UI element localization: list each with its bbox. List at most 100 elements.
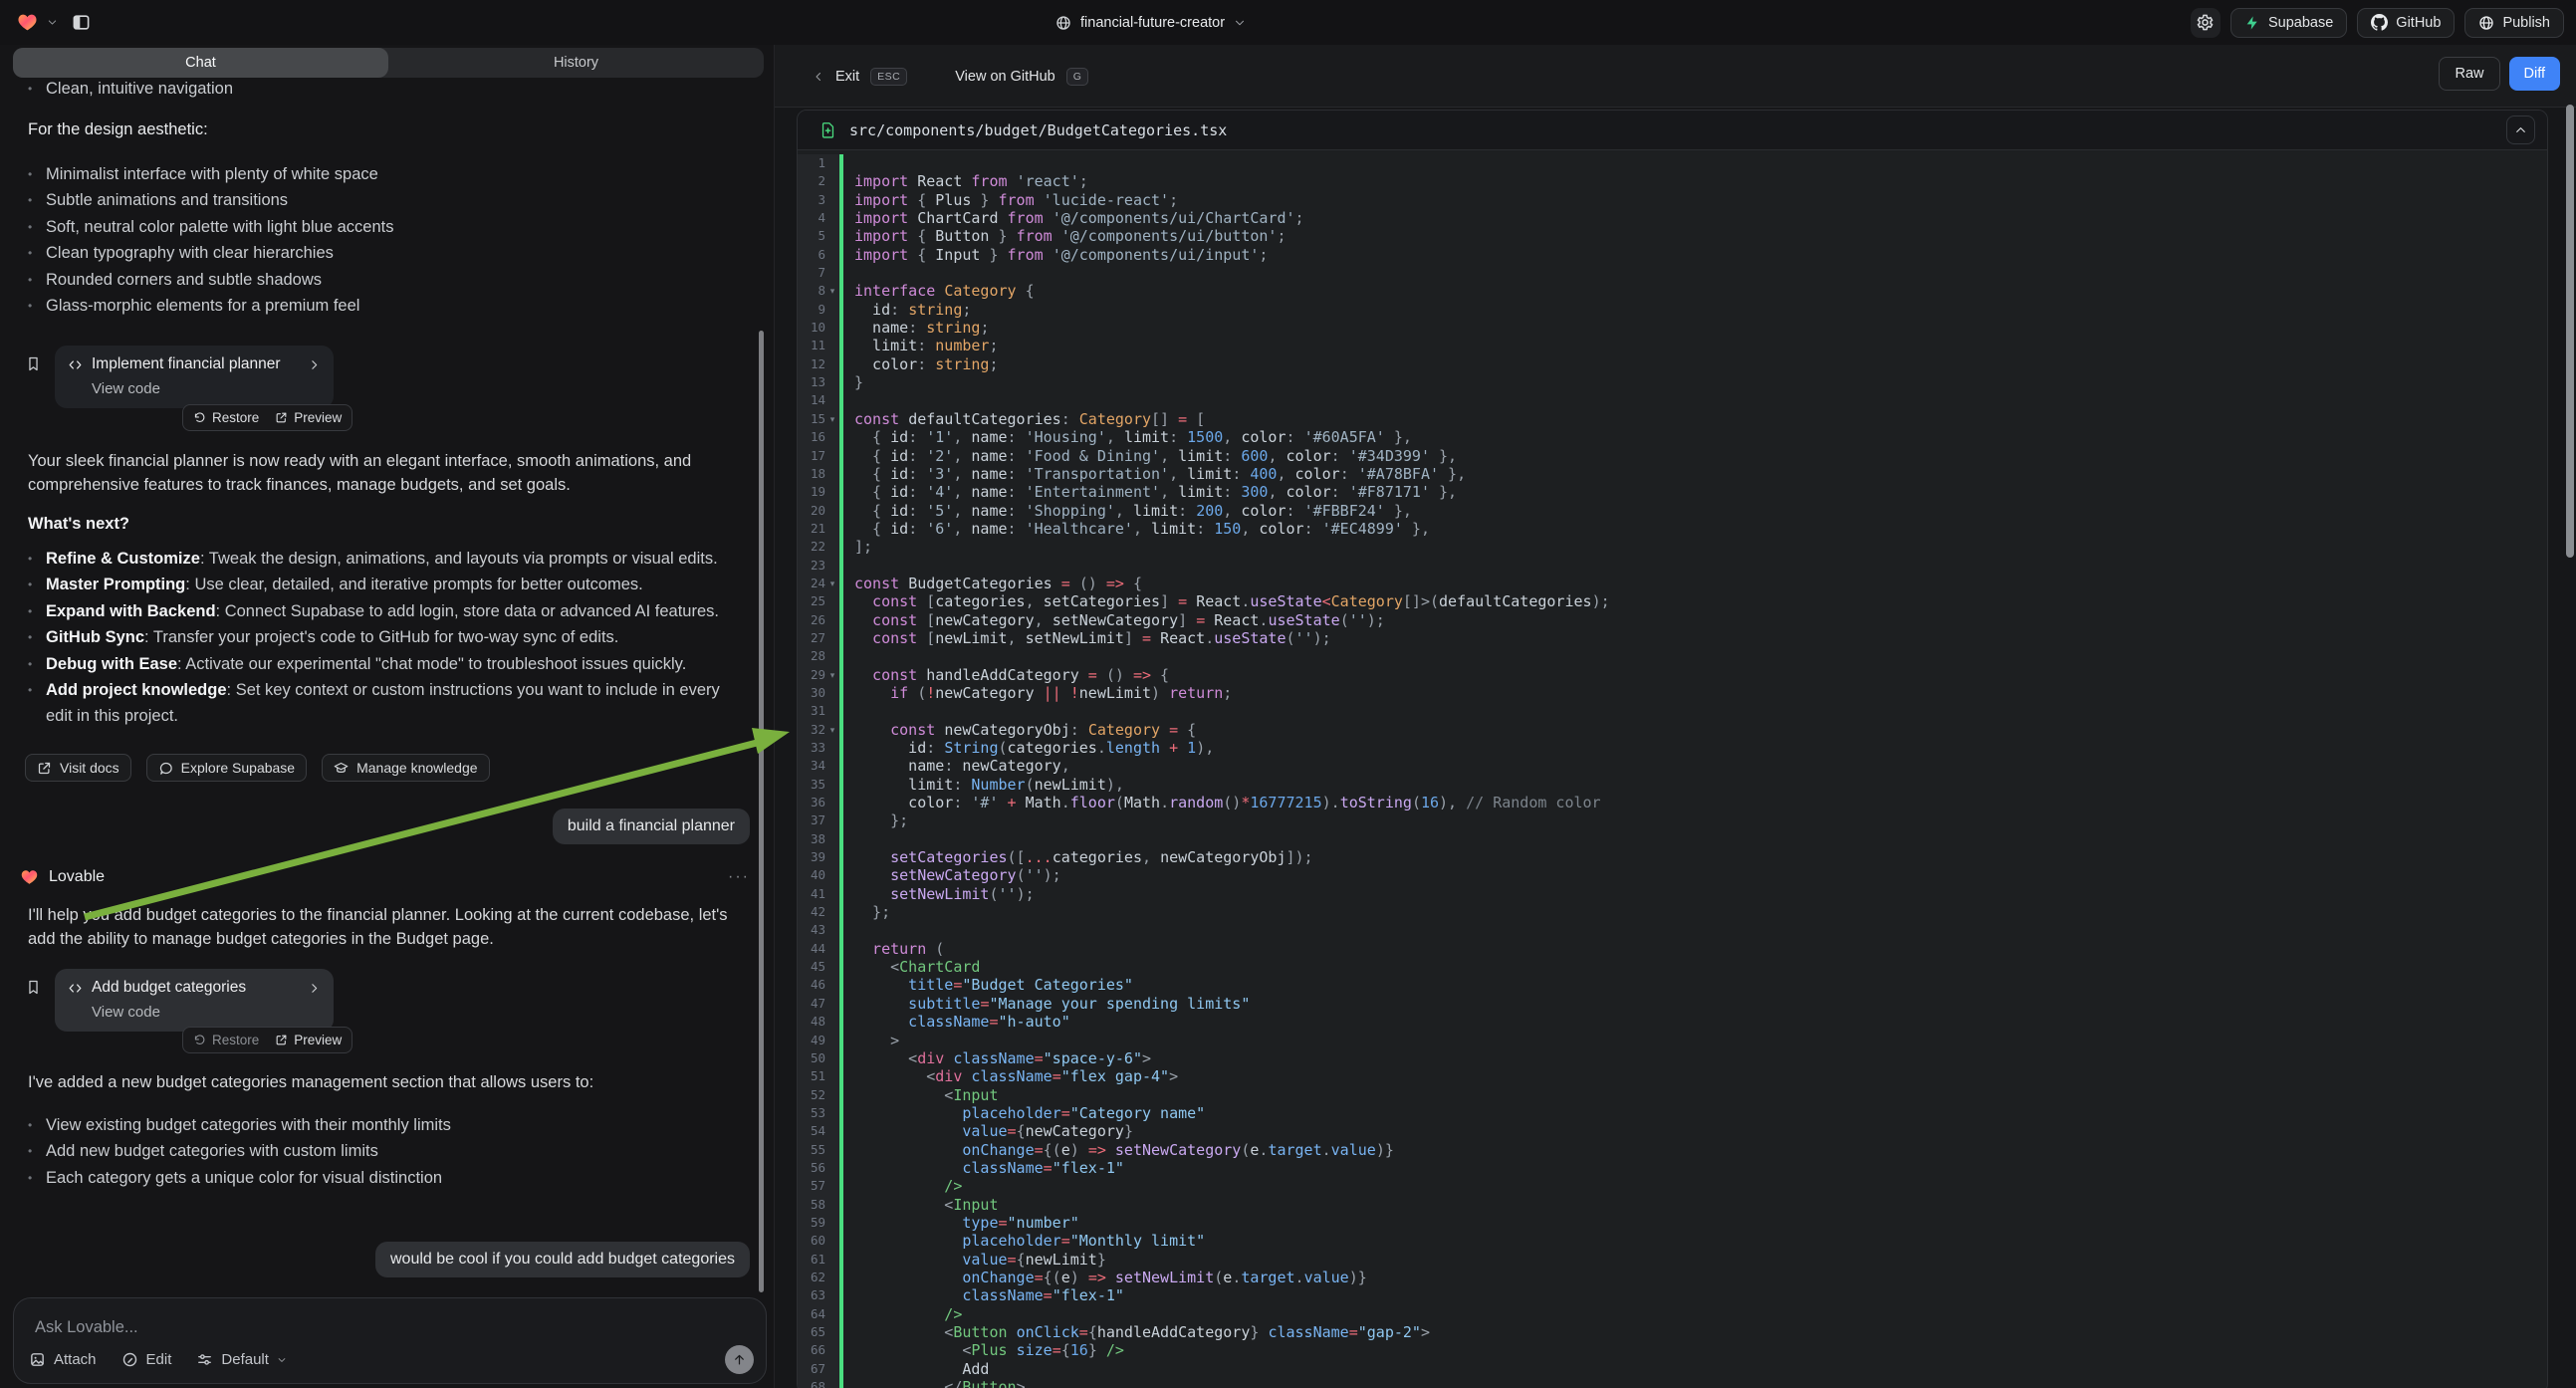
view-on-github-button[interactable]: View on GitHub (955, 69, 1054, 85)
chat-input[interactable]: Ask Lovable... (35, 1318, 138, 1337)
code-line: 46 title="Budget Categories" (798, 976, 2547, 994)
bullet-dot: • (28, 214, 46, 240)
code-text (843, 557, 854, 575)
raw-button[interactable]: Raw (2439, 57, 2499, 91)
fold-marker: ▾ (825, 666, 839, 684)
publish-button[interactable]: Publish (2464, 8, 2564, 38)
code-text (843, 264, 854, 282)
fold-marker (825, 811, 839, 829)
code-line: 3import { Plus } from 'lucide-react'; (798, 191, 2547, 209)
bullet-dot: • (28, 267, 46, 293)
line-number: 65 (798, 1323, 825, 1341)
chevron-right-icon (308, 982, 321, 995)
code-line: 27 const [newLimit, setNewLimit] = React… (798, 629, 2547, 647)
manage-knowledge-button[interactable]: Manage knowledge (322, 754, 489, 782)
list-item: •Master Prompting: Use clear, detailed, … (28, 572, 750, 597)
fold-marker (825, 154, 839, 172)
preview-button[interactable]: Preview (275, 410, 342, 425)
code-text: const [categories, setCategories] = Reac… (843, 592, 1610, 610)
message-menu-button[interactable]: ··· (728, 868, 750, 886)
button-label: Manage knowledge (356, 760, 477, 776)
bookmark-icon-wrap[interactable] (25, 355, 42, 377)
fold-marker (825, 319, 839, 337)
exit-button[interactable]: Exit (835, 69, 859, 85)
lovable-heart-icon[interactable] (16, 12, 39, 33)
model-select[interactable]: Default (196, 1351, 287, 1368)
view-code-link[interactable]: View code (92, 1004, 321, 1021)
list-item-text: Glass-morphic elements for a premium fee… (46, 293, 359, 319)
line-number: 55 (798, 1141, 825, 1159)
code-text: ]; (843, 538, 872, 556)
list-item: •GitHub Sync: Transfer your project's co… (28, 624, 750, 650)
code-text: name: newCategory, (843, 757, 1070, 775)
chevron-down-icon[interactable] (47, 17, 58, 28)
explore-supabase-button[interactable]: Explore Supabase (146, 754, 307, 782)
list-item-text: Rounded corners and subtle shadows (46, 267, 322, 293)
code-text: <ChartCard (843, 958, 980, 976)
diff-button[interactable]: Diff (2509, 57, 2561, 91)
list-item: •Rounded corners and subtle shadows (28, 267, 750, 293)
fold-marker (825, 1196, 839, 1214)
code-text: const [newLimit, setNewLimit] = React.us… (843, 629, 1331, 647)
list-item: •Clean, intuitive navigation (28, 76, 750, 102)
list-item-text: GitHub Sync: Transfer your project's cod… (46, 624, 618, 650)
code-text: title="Budget Categories" (843, 976, 1133, 994)
bookmark-icon (25, 979, 42, 996)
line-number: 2 (798, 172, 825, 190)
line-number: 60 (798, 1232, 825, 1250)
line-number: 7 (798, 264, 825, 282)
fold-marker (825, 1159, 839, 1177)
line-number: 30 (798, 684, 825, 702)
line-number: 51 (798, 1067, 825, 1085)
code-tag-icon (68, 981, 83, 996)
code-line: 50 <div className="space-y-6"> (798, 1049, 2547, 1067)
chevron-left-icon[interactable] (813, 71, 824, 83)
line-number: 48 (798, 1013, 825, 1031)
bullet-dot: • (28, 651, 46, 677)
visit-docs-button[interactable]: Visit docs (25, 754, 131, 782)
settings-button[interactable] (2191, 8, 2221, 38)
toggle-sidebar-button[interactable] (66, 8, 96, 38)
fold-marker (825, 885, 839, 903)
restore-button[interactable]: Restore (193, 1033, 259, 1047)
code-line: 47 subtitle="Manage your spending limits… (798, 995, 2547, 1013)
bullet-dot: • (28, 546, 46, 572)
supabase-button[interactable]: Supabase (2230, 8, 2347, 38)
restore-button[interactable]: Restore (193, 410, 259, 425)
file-added-icon (820, 120, 836, 139)
code-line: 52 <Input (798, 1086, 2547, 1104)
view-code-link[interactable]: View code (92, 380, 321, 397)
bookmark-icon-wrap[interactable] (25, 979, 42, 1001)
file-path: src/components/budget/BudgetCategories.t… (849, 121, 1227, 139)
tool-card[interactable]: Implement financial plannerView code (55, 346, 334, 408)
send-button[interactable] (725, 1345, 754, 1374)
fold-marker (825, 1104, 839, 1122)
code-text: > (843, 1032, 899, 1049)
line-number: 29 (798, 666, 825, 684)
code-line: 29▾ const handleAddCategory = () => { (798, 666, 2547, 684)
bullet-dot: • (28, 187, 46, 213)
code-panel-scrollbar[interactable] (2566, 105, 2574, 558)
project-switcher[interactable]: financial-future-creator (1055, 0, 1246, 45)
fold-marker (825, 447, 839, 465)
panel-left-icon (72, 13, 91, 32)
edit-button[interactable]: Edit (121, 1351, 172, 1368)
line-number: 1 (798, 154, 825, 172)
github-button[interactable]: /> GitHub (2357, 8, 2455, 38)
list-item: •View existing budget categories with th… (28, 1112, 750, 1138)
attach-button[interactable]: Attach (29, 1351, 97, 1368)
collapse-file-button[interactable] (2506, 116, 2535, 144)
bullet-list: •Refine & Customize: Tweak the design, a… (28, 546, 750, 730)
tool-card[interactable]: Add budget categoriesView code (55, 969, 334, 1032)
line-number: 38 (798, 830, 825, 848)
chat-scrollbar[interactable] (759, 331, 764, 1292)
preview-button[interactable]: Preview (275, 1033, 342, 1047)
line-number: 59 (798, 1214, 825, 1232)
button-label: Explore Supabase (181, 760, 295, 776)
code-line: 40 setNewCategory(''); (798, 866, 2547, 884)
code-line: 23 (798, 557, 2547, 575)
code-text: const BudgetCategories = () => { (843, 575, 1142, 592)
bullet-dot: • (28, 293, 46, 319)
file-header[interactable]: src/components/budget/BudgetCategories.t… (798, 111, 2547, 150)
line-number: 35 (798, 776, 825, 794)
